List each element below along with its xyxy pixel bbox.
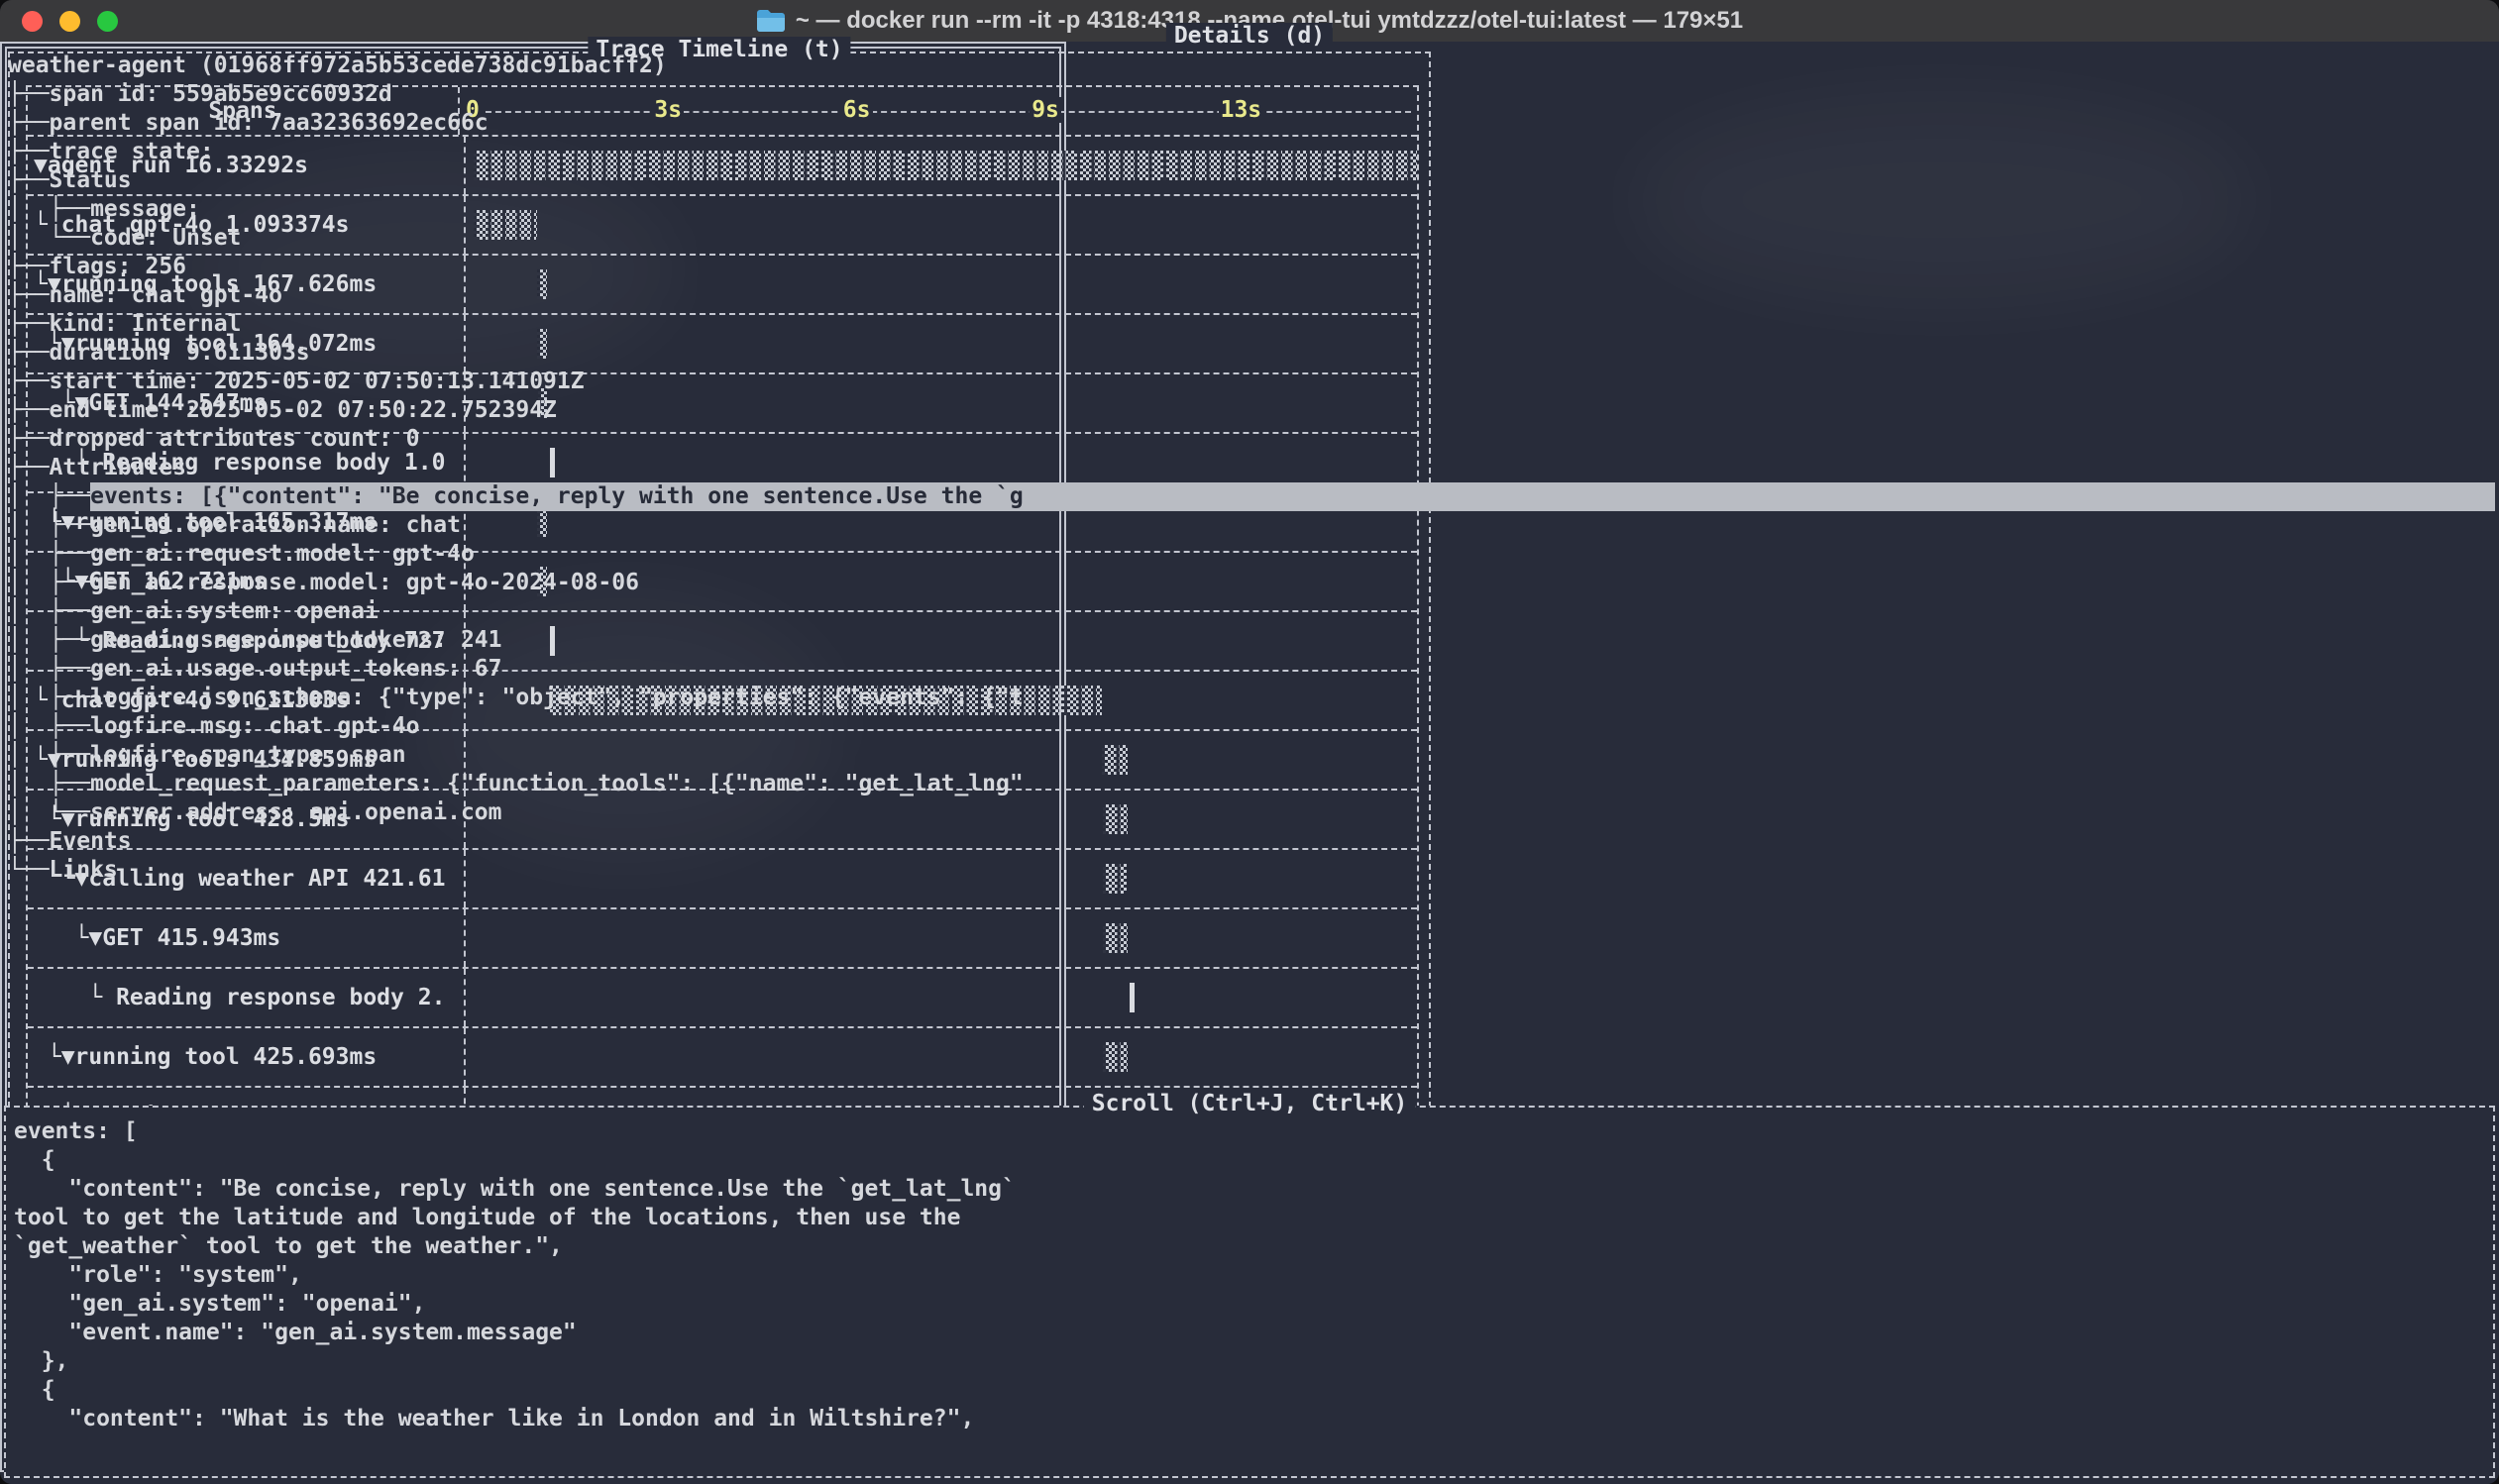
- scroll-content: events: [ { "content": "Be concise, repl…: [14, 1117, 2489, 1472]
- scroll-panel[interactable]: Scroll (Ctrl+J, Ctrl+K) events: [ { "con…: [4, 1106, 2495, 1478]
- details-panel[interactable]: Details (d) weather-agent (01968ff972a5b…: [0, 42, 1066, 1472]
- detail-line[interactable]: │ ├──logfire.msg: chat gpt-4o: [8, 712, 2495, 741]
- detail-line[interactable]: ├──parent span id: 7aa32363692ec66c: [8, 109, 2495, 138]
- scroll-json-line: "content": "What is the weather like in …: [14, 1405, 2489, 1433]
- detail-line[interactable]: ├──trace state:: [8, 138, 2495, 166]
- close-button[interactable]: [22, 11, 43, 32]
- detail-line[interactable]: │ ├──gen_ai.usage.output_tokens: 67: [8, 655, 2495, 684]
- detail-line[interactable]: │ ├──logfire.json_schema: {"type": "obje…: [8, 684, 2495, 712]
- detail-line[interactable]: ├──duration: 9.611303s: [8, 339, 2495, 368]
- detail-line[interactable]: ├──end time: 2025-05-02 07:50:22.752394Z: [8, 396, 2495, 425]
- zoom-button[interactable]: [97, 11, 118, 32]
- detail-line[interactable]: ├──span id: 559ab5e9cc60932d: [8, 80, 2495, 109]
- scroll-json-line: `get_weather` tool to get the weather.",: [14, 1232, 2489, 1261]
- details-panel-title: Details (d): [1166, 23, 1333, 49]
- scroll-json-line: {: [14, 1376, 2489, 1405]
- scroll-json-line: "role": "system",: [14, 1261, 2489, 1290]
- scroll-json-line: "event.name": "gen_ai.system.message": [14, 1319, 2489, 1347]
- detail-line[interactable]: ├──Status: [8, 166, 2495, 195]
- detail-line[interactable]: └──Links: [8, 856, 2495, 885]
- detail-line[interactable]: │ ├──gen_ai.response.model: gpt-4o-2024-…: [8, 569, 2495, 597]
- detail-line[interactable]: │ ├──logfire.span_type: span: [8, 741, 2495, 770]
- detail-line[interactable]: ├──kind: Internal: [8, 310, 2495, 339]
- scroll-panel-title: Scroll (Ctrl+J, Ctrl+K): [1084, 1091, 1416, 1116]
- detail-line[interactable]: │ ├──gen_ai.usage.input_tokens: 241: [8, 626, 2495, 655]
- detail-line[interactable]: │ ├──gen_ai.system: openai: [8, 597, 2495, 626]
- detail-line[interactable]: │ ├──model_request_parameters: {"functio…: [8, 770, 2495, 798]
- detail-line[interactable]: │ ├──gen_ai.request.model: gpt-4o: [8, 540, 2495, 569]
- detail-line[interactable]: ├──dropped attributes count: 0: [8, 425, 2495, 454]
- traffic-lights: [22, 0, 118, 42]
- scroll-json-line: "gen_ai.system": "openai",: [14, 1290, 2489, 1319]
- scroll-json-line: {: [14, 1146, 2489, 1175]
- detail-line[interactable]: ├──flags: 256: [8, 253, 2495, 281]
- detail-line[interactable]: │ └──server.address: api.openai.com: [8, 798, 2495, 827]
- detail-line[interactable]: weather-agent (01968ff972a5b53cede738dc9…: [8, 52, 2495, 80]
- tree-branch-glyph: │ ├──: [8, 482, 90, 511]
- detail-line[interactable]: ├──Events: [8, 827, 2495, 856]
- detail-line-selected[interactable]: │ ├──events: [{"content": "Be concise, r…: [8, 482, 2495, 511]
- selected-attribute-value[interactable]: events: [{"content": "Be concise, reply …: [90, 482, 2495, 511]
- scroll-json-line: "content": "Be concise, reply with one s…: [14, 1175, 2489, 1204]
- detail-line[interactable]: ├──start time: 2025-05-02 07:50:13.14109…: [8, 368, 2495, 396]
- terminal-screen: Trace Timeline (t) Spans 03s6s9s13s ▼age…: [0, 42, 2499, 1484]
- details-tree: weather-agent (01968ff972a5b53cede738dc9…: [8, 52, 2495, 1052]
- detail-line[interactable]: │ ├──message:: [8, 195, 2495, 224]
- terminal-window: ~ — docker run --rm -it -p 4318:4318 --n…: [0, 0, 2499, 1484]
- detail-line[interactable]: ├──Attributes: [8, 454, 2495, 482]
- folder-icon: [756, 9, 786, 33]
- detail-line[interactable]: ├──name: chat gpt-4o: [8, 281, 2495, 310]
- detail-line[interactable]: │ ├──gen_ai.operation.name: chat: [8, 511, 2495, 540]
- scroll-json-line: },: [14, 1347, 2489, 1376]
- scroll-json-line: tool to get the latitude and longitude o…: [14, 1204, 2489, 1232]
- detail-line[interactable]: │ └──code: Unset: [8, 224, 2495, 253]
- scroll-json-line: events: [: [14, 1117, 2489, 1146]
- minimize-button[interactable]: [59, 11, 80, 32]
